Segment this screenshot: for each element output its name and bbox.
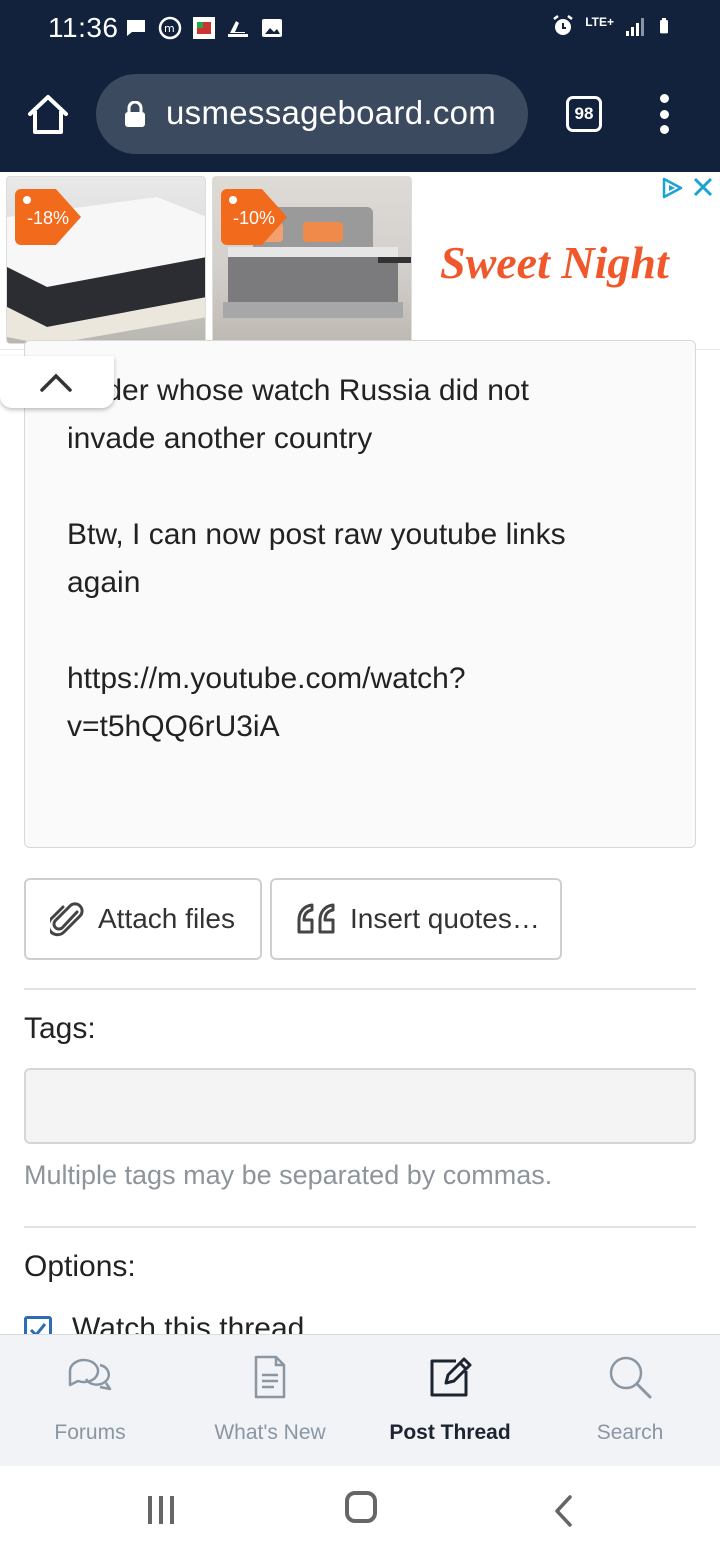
home-icon[interactable] (26, 92, 70, 136)
nav-forums[interactable]: Forums (0, 1335, 180, 1467)
notification-icons: m (124, 16, 284, 40)
message-line: invade another country (67, 422, 373, 455)
nav-forums-label: Forums (54, 1421, 126, 1444)
message-paragraph: https://m.youtube.com/watch? v=t5hQQ6rU3… (67, 655, 667, 751)
back-icon[interactable] (552, 1494, 574, 1528)
nav-search-label: Search (596, 1421, 664, 1444)
recent-apps-icon[interactable] (146, 1494, 176, 1526)
ad-brand-name: Sweet Night (440, 237, 669, 288)
search-icon (609, 1356, 652, 1399)
network-type-label: LTE+ (585, 15, 614, 29)
message-line: Btw, I can now post raw youtube links (67, 518, 566, 551)
system-home-icon[interactable] (345, 1491, 377, 1523)
message-line: https://m.youtube.com/watch? (67, 662, 466, 695)
collapse-ad-button[interactable] (0, 356, 114, 408)
options-label: Options: (24, 1250, 136, 1283)
bottom-navigation: Forums What's New Post Thread Search (0, 1334, 720, 1466)
flag-app-icon (193, 17, 215, 39)
battery-icon (660, 18, 668, 34)
section-divider (24, 988, 696, 990)
attach-files-label: Attach files (98, 903, 235, 934)
mastodon-icon: m (158, 16, 182, 40)
nav-search[interactable]: Search (540, 1335, 720, 1467)
attach-files-button[interactable]: Attach files (24, 878, 262, 960)
nav-post-thread[interactable]: Post Thread (360, 1335, 540, 1467)
message-line: again (67, 566, 141, 599)
browser-toolbar: usmessageboard.com 98 (0, 60, 720, 172)
tags-hint: Multiple tags may be separated by commas… (24, 1160, 553, 1190)
ad-product-image[interactable]: -18% (6, 176, 206, 344)
system-icons: LTE+ (551, 14, 674, 38)
message-line: v=t5hQQ6rU3iA (67, 710, 280, 743)
message-paragraph: Btw, I can now post raw youtube links ag… (67, 511, 667, 607)
message-editor[interactable]: Under whose watch Russia did not invade … (24, 340, 696, 848)
image-icon (262, 19, 282, 37)
overflow-menu-icon[interactable] (652, 90, 676, 138)
chevron-up-icon (40, 373, 72, 392)
nav-whats-new[interactable]: What's New (180, 1335, 360, 1467)
ad-banner[interactable]: -18% -10% Sweet Night (0, 172, 720, 350)
message-icon (127, 20, 145, 36)
section-divider (24, 1226, 696, 1228)
edit-icon (430, 1357, 472, 1397)
status-time: 11:36 (48, 12, 119, 43)
lock-icon (125, 101, 145, 127)
status-bar: 11:36 m LTE+ (0, 0, 720, 60)
signal-icon (626, 18, 644, 36)
insert-quotes-label: Insert quotes… (350, 903, 540, 934)
document-icon (254, 1355, 286, 1399)
quote-icon (297, 903, 335, 934)
svg-text:m: m (164, 22, 175, 35)
paperclip-icon (50, 902, 84, 937)
message-paragraph: Under whose watch Russia did not invade … (67, 367, 667, 463)
tags-label: Tags: (24, 1012, 96, 1045)
forums-icon (68, 1358, 112, 1391)
address-bar[interactable]: usmessageboard.com (96, 74, 528, 154)
system-navigation-bar (0, 1466, 720, 1560)
nav-post-thread-label: Post Thread (389, 1421, 511, 1444)
shoe-icon (228, 21, 248, 37)
url-text: usmessageboard.com (166, 94, 497, 131)
message-line: Under whose watch Russia did not (67, 374, 529, 407)
insert-quotes-button[interactable]: Insert quotes… (270, 878, 562, 960)
ad-product-image[interactable]: -10% (212, 176, 412, 344)
tags-input[interactable] (24, 1068, 696, 1144)
nav-whats-new-label: What's New (214, 1421, 326, 1444)
alarm-icon (553, 15, 573, 35)
tab-switcher-button[interactable]: 98 (566, 96, 602, 132)
adchoices-icon[interactable] (660, 176, 684, 200)
close-ad-icon[interactable] (692, 176, 714, 198)
